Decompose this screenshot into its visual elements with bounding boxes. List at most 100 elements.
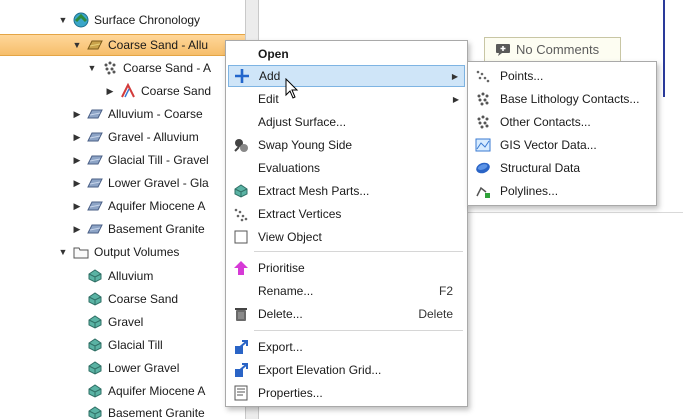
tree-item-coarse-sand-contacts[interactable]: ▼ Coarse Sand - A [0,57,245,79]
tree-item-label: Glacial Till - Gravel [108,153,209,167]
menu-item-label: Export Elevation Grid... [258,363,382,377]
surface-icon [87,106,103,122]
submenu-arrow-icon: ▶ [452,94,459,104]
tree-item-aquifer-miocene[interactable]: ▶ Aquifer Miocene A [0,195,245,217]
menu-item-label: Base Lithology Contacts... [500,92,640,106]
tree-item-coarse-sand-alluvium[interactable]: ▼ Coarse Sand - Allu [0,34,245,56]
expand-arrow-icon[interactable]: ▼ [71,40,83,50]
context-menu: Open Add ▶ Edit ▶ Adjust Surface... Swap… [225,40,468,407]
tree-item-output-volumes[interactable]: ▼ Output Volumes [0,241,245,263]
contacts-icon [102,60,118,76]
menu-item-label: Evaluations [258,161,321,175]
expand-arrow-icon[interactable]: ▶ [71,155,83,166]
tree-item-label: Lower Gravel [108,361,180,375]
comment-icon [495,43,511,57]
tree-item-lower-gravel[interactable]: ▶ Lower Gravel - Gla [0,172,245,194]
menu-item-add[interactable]: Add ▶ [228,65,465,87]
tree-item-glacial-till-gravel[interactable]: ▶ Glacial Till - Gravel [0,149,245,171]
surface-icon [87,221,103,237]
gis-icon [474,136,492,154]
menu-item-view-object[interactable]: View Object [228,226,465,248]
submenu-item-polylines[interactable]: Polylines... [470,180,654,202]
tree-item-label: Basement Granite [108,222,205,236]
expand-arrow-icon[interactable]: ▼ [57,247,69,257]
tree-item-volume-glacial-till[interactable]: Glacial Till [0,334,245,356]
polyline-icon [120,82,136,99]
tree-item-label: Alluvium [108,269,154,283]
expand-arrow-icon[interactable]: ▼ [86,63,98,73]
comments-button[interactable]: No Comments [484,37,621,62]
tree-item-label: Glacial Till [108,338,163,352]
menu-item-extract-mesh-parts[interactable]: Extract Mesh Parts... [228,180,465,202]
viewport-edge [663,0,665,97]
volume-icon [87,314,103,330]
tree-item-alluvium-coarse[interactable]: ▶ Alluvium - Coarse [0,103,245,125]
trash-icon [232,305,250,323]
comments-label: No Comments [516,42,600,57]
tree-item-volume-gravel[interactable]: Gravel [0,311,245,333]
submenu-item-other-contacts[interactable]: Other Contacts... [470,111,654,133]
menu-item-open[interactable]: Open [228,43,465,65]
submenu-item-base-lithology-contacts[interactable]: Base Lithology Contacts... [470,88,654,110]
menu-item-label: Properties... [258,386,323,400]
menu-item-rename[interactable]: Rename... F2 [228,280,465,302]
tree-item-coarse-sand-polyline[interactable]: ▶ Coarse Sand [0,80,245,102]
divider [468,212,683,213]
expand-arrow-icon[interactable]: ▼ [57,15,69,25]
tree-item-basement-granite[interactable]: ▶ Basement Granite [0,218,245,240]
volume-icon [87,268,103,284]
menu-item-delete[interactable]: Delete... Delete [228,303,465,325]
expand-arrow-icon[interactable]: ▶ [71,132,83,143]
expand-arrow-icon[interactable]: ▶ [104,86,116,97]
tree-item-volume-lower-gravel[interactable]: Lower Gravel [0,357,245,379]
volume-icon [87,291,103,307]
priority-icon [232,259,250,277]
menu-item-adjust-surface[interactable]: Adjust Surface... [228,111,465,133]
submenu-item-points[interactable]: Points... [470,65,654,87]
menu-item-export[interactable]: Export... [228,336,465,358]
menu-item-properties[interactable]: Properties... [228,382,465,404]
volume-icon [87,337,103,353]
expand-arrow-icon[interactable]: ▶ [71,178,83,189]
submenu-item-gis-vector-data[interactable]: GIS Vector Data... [470,134,654,156]
menu-item-label: Delete... [258,307,303,321]
expand-arrow-icon[interactable]: ▶ [71,224,83,235]
menu-item-evaluations[interactable]: Evaluations [228,157,465,179]
contacts-icon [474,113,492,131]
menu-separator [254,251,463,252]
menu-item-label: Extract Mesh Parts... [258,184,370,198]
menu-item-label: Points... [500,69,544,83]
points-icon [474,67,492,85]
menu-item-label: Swap Young Side [258,138,353,152]
checkbox-icon[interactable] [232,228,250,246]
expand-arrow-icon[interactable]: ▶ [71,109,83,120]
export-icon [232,338,250,356]
tree-item-volume-alluvium[interactable]: Alluvium [0,265,245,287]
polylines-icon [474,182,492,200]
tree-item-gravel-alluvium[interactable]: ▶ Gravel - Alluvium [0,126,245,148]
menu-item-extract-vertices[interactable]: Extract Vertices [228,203,465,225]
menu-item-edit[interactable]: Edit ▶ [228,88,465,110]
contacts-icon [474,90,492,108]
vertices-icon [232,205,250,223]
tree-item-label: Coarse Sand [141,84,212,98]
tree-item-volume-coarse-sand[interactable]: Coarse Sand [0,288,245,310]
menu-item-label: View Object [258,230,322,244]
tree-item-volume-basement-granite[interactable]: Basement Granite [0,402,245,419]
tree-item-label: Aquifer Miocene A [108,199,206,213]
tree-item-surface-chronology[interactable]: ▼ Surface Chronology [0,9,245,31]
tree-item-label: Aquifer Miocene A [108,384,206,398]
tree-item-label: Lower Gravel - Gla [108,176,209,190]
structural-icon [474,159,492,177]
submenu-item-structural-data[interactable]: Structural Data [470,157,654,179]
expand-arrow-icon[interactable]: ▶ [71,201,83,212]
menu-item-export-elevation-grid[interactable]: Export Elevation Grid... [228,359,465,381]
mesh-icon [232,182,250,200]
menu-item-label: Prioritise [258,261,305,275]
menu-item-swap-young-side[interactable]: Swap Young Side [228,134,465,156]
menu-item-prioritise[interactable]: Prioritise [228,257,465,279]
chronology-icon [73,12,89,28]
tree-item-label: Output Volumes [94,245,180,259]
mouse-cursor-icon [285,77,299,100]
tree-item-volume-aquifer-miocene[interactable]: Aquifer Miocene A [0,380,245,402]
